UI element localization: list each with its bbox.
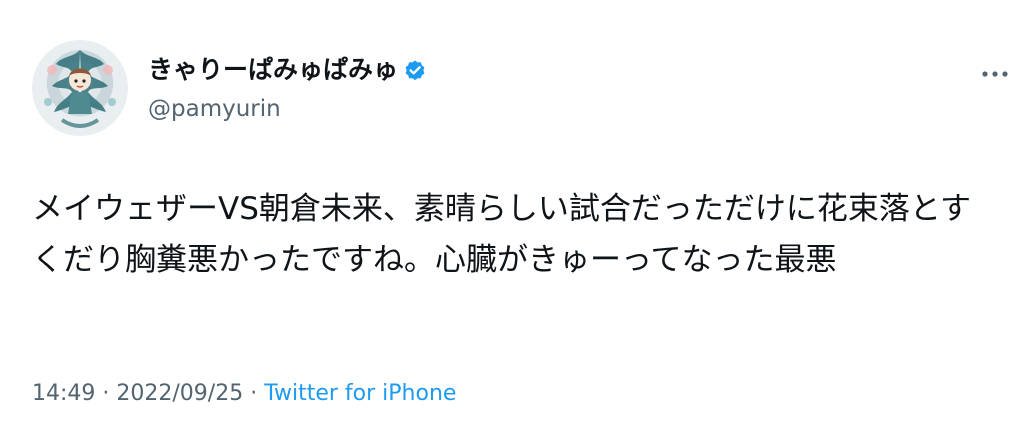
- author-handle[interactable]: @pamyurin: [148, 94, 281, 124]
- author-display-name[interactable]: きゃりーぱみゅぱみゅ: [148, 54, 398, 86]
- tweet-metadata: 14:49 · 2022/09/25 · Twitter for iPhone: [32, 379, 456, 409]
- avatar-image: [44, 50, 116, 128]
- more-options-icon[interactable]: [980, 62, 1010, 86]
- avatar[interactable]: [32, 40, 128, 136]
- tweet-time[interactable]: 14:49: [32, 381, 95, 406]
- tweet-source-link[interactable]: Twitter for iPhone: [264, 381, 456, 406]
- verified-badge-icon: [405, 60, 425, 81]
- tweet-card: きゃりーぱみゅぱみゅ @pamyurin メイウェザーVS朝倉未来、素晴らしい試…: [0, 0, 1024, 422]
- tweet-text: メイウェザーVS朝倉未来、素晴らしい試合だっただけに花束落とすくだり胸糞悪かった…: [32, 191, 971, 278]
- meta-separator: ·: [95, 381, 117, 406]
- meta-separator: ·: [243, 381, 265, 406]
- tweet-date[interactable]: 2022/09/25: [116, 381, 243, 406]
